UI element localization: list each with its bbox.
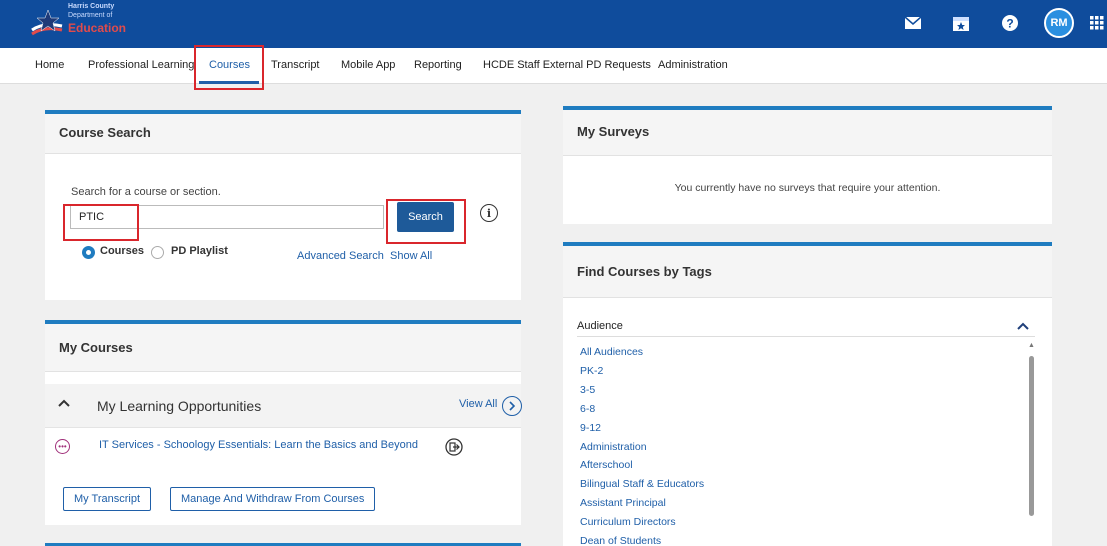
main-nav: Home Professional Learning Courses Trans… [0,48,1107,84]
tag-item[interactable]: Curriculum Directors [580,516,676,528]
chevron-up-icon[interactable] [1017,320,1029,334]
tag-item[interactable]: Bilingual Staff & Educators [580,478,704,490]
courses-highlight-box [194,45,264,90]
nav-professional-learning[interactable]: Professional Learning [88,59,194,71]
user-avatar[interactable]: RM [1044,8,1074,38]
input-highlight-box [63,204,139,241]
radio-pd-playlist-label: PD Playlist [171,245,228,257]
hcde-logo[interactable]: Harris County Department of Education [30,0,126,44]
radio-pd-playlist[interactable] [151,246,164,259]
tag-item[interactable]: PK-2 [580,365,603,377]
launch-course-icon[interactable] [445,438,463,459]
chevron-right-circle-icon[interactable] [502,396,522,416]
audience-label: Audience [577,320,623,332]
logo-line-2: Department of [68,12,113,19]
info-icon[interactable]: i [480,204,498,222]
mail-icon[interactable] [900,10,926,36]
logo-line-3: Education [68,21,127,35]
advanced-search-link[interactable]: Advanced Search [297,250,384,262]
search-button-highlight-box [386,199,466,244]
svg-text:?: ? [1006,17,1013,31]
chevron-up-icon[interactable] [58,397,70,411]
my-transcript-button[interactable]: My Transcript [63,487,152,511]
nav-reporting[interactable]: Reporting [414,59,462,71]
logo-line-1: Harris County [68,3,115,10]
tag-item[interactable]: 9-12 [580,422,601,434]
my-courses-title: My Courses [45,324,521,372]
learning-opportunities-header: My Learning Opportunities View All [45,384,522,428]
search-label: Search for a course or section. [71,186,221,198]
top-header: Harris County Department of Education ? … [0,0,1107,48]
learning-opportunities-title: My Learning Opportunities [97,398,262,414]
tag-item[interactable]: Assistant Principal [580,497,666,509]
radio-courses-label: Courses [100,245,145,257]
show-all-link[interactable]: Show All [390,250,432,262]
manage-withdraw-button[interactable]: Manage And Withdraw From Courses [170,487,376,511]
tag-item[interactable]: Administration [580,441,647,453]
app-grid-icon[interactable] [1084,10,1107,36]
more-options-icon[interactable]: ••• [55,439,70,454]
tag-item[interactable]: Dean of Students [580,535,661,546]
my-courses-panel: My Courses My Learning Opportunities Vie… [45,320,522,525]
tags-scrollbar[interactable] [1029,356,1034,516]
tag-item[interactable]: 3-5 [580,384,595,396]
my-surveys-panel: My Surveys You currently have no surveys… [563,106,1052,224]
nav-mobile-app[interactable]: Mobile App [341,59,395,71]
nav-transcript[interactable]: Transcript [271,59,320,71]
course-item-link[interactable]: IT Services - Schoology Essentials: Lear… [99,439,418,451]
surveys-empty-message: You currently have no surveys that requi… [674,182,941,194]
nav-administration[interactable]: Administration [658,59,728,71]
tag-item[interactable]: 6-8 [580,403,595,415]
find-tags-title: Find Courses by Tags [563,246,1052,298]
calendar-icon[interactable] [948,10,974,36]
my-surveys-title: My Surveys [563,110,1052,156]
view-all-link[interactable]: View All [459,398,497,410]
radio-courses[interactable] [82,246,95,259]
find-tags-panel: Find Courses by Tags Audience All Audien… [563,242,1052,546]
help-icon[interactable]: ? [997,10,1023,36]
star-flag-icon [31,9,63,36]
course-search-title: Course Search [45,114,521,154]
tag-item[interactable]: All Audiences [580,346,643,358]
audience-divider [577,336,1035,337]
nav-hcde-external-pd[interactable]: HCDE Staff External PD Requests [483,59,651,71]
nav-home[interactable]: Home [35,59,64,71]
scroll-up-arrow-icon[interactable]: ▲ [1028,342,1035,349]
tag-item[interactable]: Afterschool [580,459,633,471]
